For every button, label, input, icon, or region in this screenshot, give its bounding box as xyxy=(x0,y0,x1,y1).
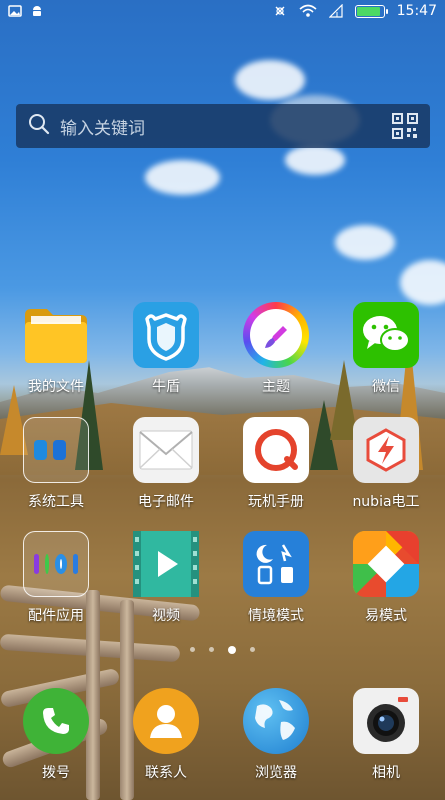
app-email[interactable]: 电子邮件 xyxy=(116,417,216,511)
app-video[interactable]: 视频 xyxy=(116,531,216,625)
folder-accessories[interactable]: 配件应用 xyxy=(6,531,106,625)
folder-icon xyxy=(23,302,89,368)
page-dot-active[interactable] xyxy=(228,646,236,654)
app-label: 联系人 xyxy=(145,765,187,781)
battery-level xyxy=(356,6,381,16)
app-label: 电子邮件 xyxy=(138,494,194,510)
app-label: 易模式 xyxy=(365,608,407,624)
calculator-mini-icon xyxy=(34,440,47,460)
search-icon xyxy=(28,113,50,140)
signal-icon xyxy=(328,3,343,18)
scene-mode-icon xyxy=(243,531,309,597)
app-label: 相机 xyxy=(372,765,400,781)
search-placeholder: 输入关键词 xyxy=(60,118,145,139)
app-label: 情境模式 xyxy=(248,608,304,624)
accessory-mini-icon-2 xyxy=(44,554,50,574)
theme-brush-icon xyxy=(243,302,309,368)
folder-accessories-icon xyxy=(23,531,89,597)
wifi-icon xyxy=(299,4,317,18)
video-icon xyxy=(133,531,199,597)
app-label: 牛盾 xyxy=(152,379,180,395)
page-dot[interactable] xyxy=(209,647,214,652)
wechat-icon xyxy=(353,302,419,368)
accessory-mini-icon-3 xyxy=(55,554,68,574)
app-label: 配件应用 xyxy=(28,608,84,624)
app-label: 浏览器 xyxy=(255,765,297,781)
app-theme[interactable]: 主题 xyxy=(226,302,326,396)
app-label: 我的文件 xyxy=(28,379,84,395)
status-bar: 15:47 xyxy=(0,0,445,22)
app-my-files[interactable]: 我的文件 xyxy=(6,302,106,396)
dock-browser[interactable]: 浏览器 xyxy=(226,688,326,782)
page-indicator xyxy=(0,646,445,654)
page-dot[interactable] xyxy=(250,647,255,652)
app-label: 玩机手册 xyxy=(248,494,304,510)
manual-icon xyxy=(243,417,309,483)
mail-icon xyxy=(133,417,199,483)
app-nubia-power[interactable]: nubia电工 xyxy=(336,417,436,511)
contacts-icon xyxy=(133,688,199,754)
search-bar[interactable]: 输入关键词 xyxy=(16,104,430,148)
dock-camera[interactable]: 相机 xyxy=(336,688,436,782)
browser-globe-icon xyxy=(243,688,309,754)
accessory-mini-icon-4 xyxy=(73,554,79,574)
dock-phone[interactable]: 拨号 xyxy=(6,688,106,782)
qr-code-icon[interactable] xyxy=(392,113,418,139)
app-niudun[interactable]: 牛盾 xyxy=(116,302,216,396)
power-icon xyxy=(353,417,419,483)
phone-icon xyxy=(23,688,89,754)
camera-icon xyxy=(353,688,419,754)
app-label: nubia电工 xyxy=(352,494,420,510)
app-label: 拨号 xyxy=(42,765,70,781)
app-manual[interactable]: 玩机手册 xyxy=(226,417,326,511)
app-easy-mode[interactable]: 易模式 xyxy=(336,531,436,625)
page-dot[interactable] xyxy=(190,647,195,652)
folder-system-tools[interactable]: 系统工具 xyxy=(6,417,106,511)
app-label: 微信 xyxy=(372,379,400,395)
cloud-mini-icon xyxy=(53,440,66,460)
app-label: 视频 xyxy=(152,608,180,624)
shield-icon xyxy=(133,302,199,368)
data-sync-icon xyxy=(273,4,287,18)
accessory-mini-icon-1 xyxy=(34,554,39,574)
app-wechat[interactable]: 微信 xyxy=(336,302,436,396)
app-label: 系统工具 xyxy=(28,494,84,510)
clock: 15:47 xyxy=(396,3,437,19)
android-icon xyxy=(30,4,44,18)
gallery-icon xyxy=(8,4,22,18)
app-scene-mode[interactable]: 情境模式 xyxy=(226,531,326,625)
app-label: 主题 xyxy=(262,379,290,395)
dock-contacts[interactable]: 联系人 xyxy=(116,688,216,782)
battery-icon xyxy=(354,4,388,18)
folder-system-tools-icon xyxy=(23,417,89,483)
easy-mode-icon xyxy=(353,531,419,597)
